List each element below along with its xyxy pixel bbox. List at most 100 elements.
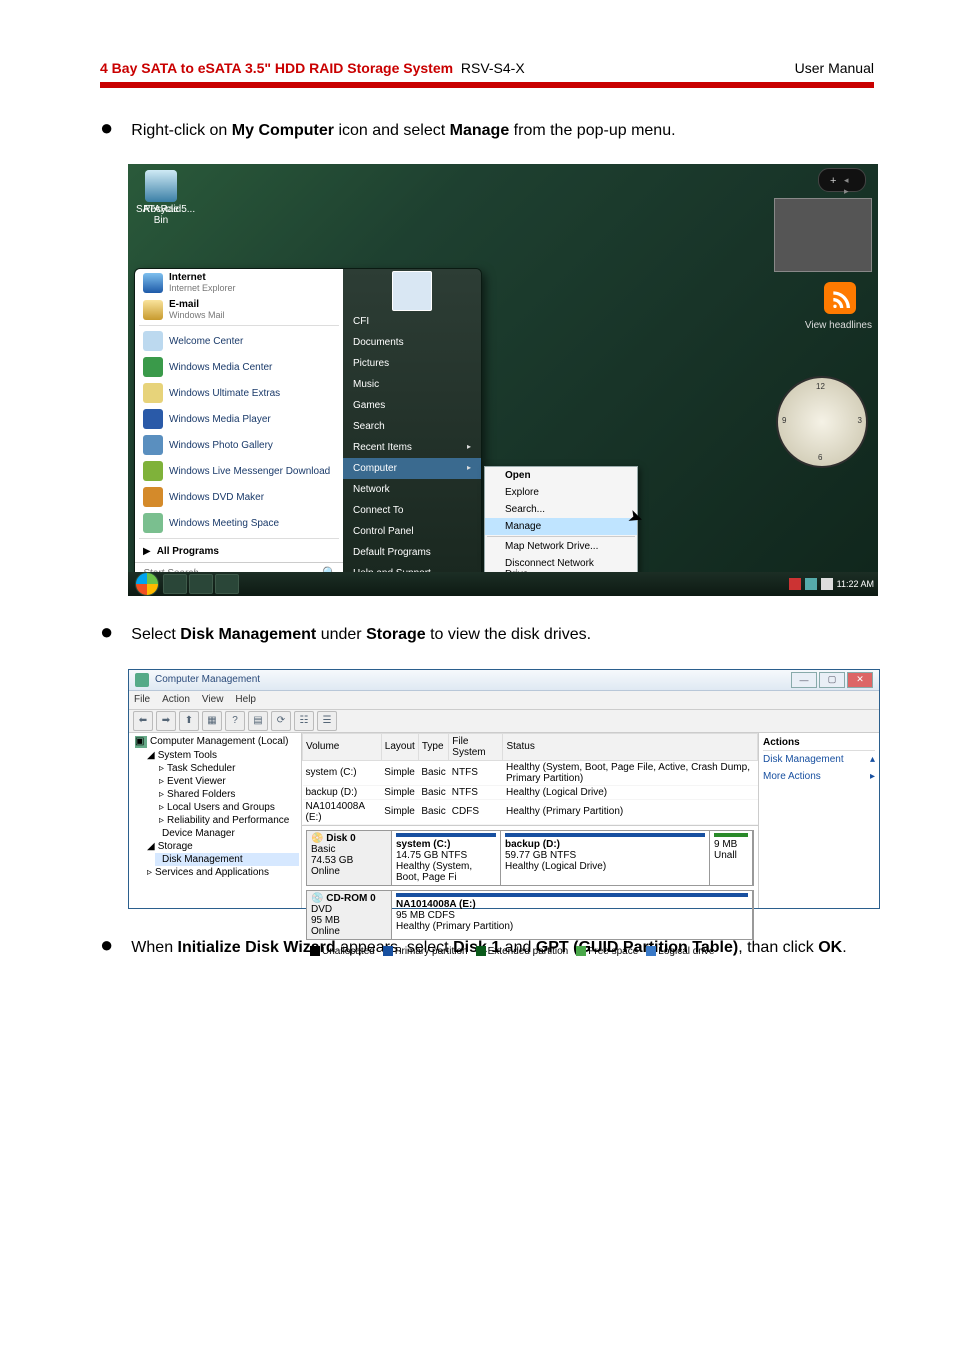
start-internet[interactable]: InternetInternet Explorer xyxy=(135,269,343,296)
start-pictures[interactable]: Pictures xyxy=(343,353,481,374)
start-dvd-maker[interactable]: Windows DVD Maker xyxy=(135,484,343,510)
minimize-button[interactable]: — xyxy=(791,672,817,688)
start-recent-items[interactable]: Recent Items xyxy=(343,437,481,458)
context-map-drive[interactable]: Map Network Drive... xyxy=(485,538,637,555)
actions-disk-management[interactable]: Disk Management▴ xyxy=(763,751,875,768)
gadget-slideshow[interactable] xyxy=(774,198,872,272)
toolbar-btn[interactable]: ☰ xyxy=(317,711,337,731)
tree-local-users[interactable]: ▹Local Users and Groups xyxy=(155,801,299,814)
toolbar: ⬅ ➡ ⬆ ▦ ? ▤ ⟳ ☷ ☰ xyxy=(129,710,879,733)
instruction-2: ● Select Disk Management under Storage t… xyxy=(100,620,874,650)
toolbar-help-icon[interactable]: ? xyxy=(225,711,245,731)
toolbar-forward-icon[interactable]: ➡ xyxy=(156,711,176,731)
screenshot-vista-desktop: Recycle Bin SATARaid5... +◂ ▸ View headl… xyxy=(128,164,878,596)
gadget-clock[interactable]: 12 3 6 9 xyxy=(776,376,868,468)
col-type[interactable]: Type xyxy=(418,733,448,760)
table-row[interactable]: NA1014008A (E:)SimpleBasicCDFSHealthy (P… xyxy=(303,799,758,824)
toolbar-btn[interactable]: ▤ xyxy=(248,711,268,731)
tree-storage[interactable]: ◢Storage xyxy=(143,840,299,853)
toolbar-btn[interactable]: ▦ xyxy=(202,711,222,731)
rss-icon[interactable] xyxy=(824,282,856,314)
start-ultimate-extras[interactable]: Windows Ultimate Extras xyxy=(135,380,343,406)
table-row[interactable]: backup (D:)SimpleBasicNTFSHealthy (Logic… xyxy=(303,785,758,799)
col-filesystem[interactable]: File System xyxy=(449,733,503,760)
start-documents[interactable]: Documents xyxy=(343,332,481,353)
menu-view[interactable]: View xyxy=(202,694,224,705)
tray-icon[interactable] xyxy=(789,578,801,590)
actions-header: Actions xyxy=(763,735,875,751)
sataraid-icon[interactable]: SATARaid5... xyxy=(136,170,186,215)
start-network[interactable]: Network xyxy=(343,479,481,500)
col-volume[interactable]: Volume xyxy=(303,733,382,760)
actions-more[interactable]: More Actions▸ xyxy=(763,768,875,785)
start-messenger[interactable]: Windows Live Messenger Download xyxy=(135,458,343,484)
partition-system-c[interactable]: system (C:) 14.75 GB NTFS Healthy (Syste… xyxy=(392,831,501,885)
tree-task-scheduler[interactable]: ▹Task Scheduler xyxy=(155,762,299,775)
window-title: Computer Management xyxy=(155,674,260,685)
start-connect-to[interactable]: Connect To xyxy=(343,500,481,521)
nav-tree: ▣Computer Management (Local) ◢System Too… xyxy=(129,733,302,908)
start-default-programs[interactable]: Default Programs xyxy=(343,542,481,563)
context-manage[interactable]: Manage xyxy=(485,518,637,535)
start-user-name[interactable]: CFI xyxy=(343,311,481,332)
actions-pane: Actions Disk Management▴ More Actions▸ xyxy=(759,733,879,908)
menu-help[interactable]: Help xyxy=(235,694,256,705)
start-email[interactable]: E-mailWindows Mail xyxy=(135,296,343,323)
start-music[interactable]: Music xyxy=(343,374,481,395)
view-headlines-link[interactable]: View headlines xyxy=(805,320,872,331)
header-model: RSV-S4-X xyxy=(457,60,525,76)
toolbar-back-icon[interactable]: ⬅ xyxy=(133,711,153,731)
tree-disk-management[interactable]: Disk Management xyxy=(155,853,299,866)
disk-0-row[interactable]: 📀 Disk 0 Basic 74.53 GB Online system (C… xyxy=(306,830,754,886)
gadget-add-button[interactable]: +◂ ▸ xyxy=(818,168,866,192)
tray-volume-icon[interactable] xyxy=(821,578,833,590)
start-control-panel[interactable]: Control Panel xyxy=(343,521,481,542)
start-meeting-space[interactable]: Windows Meeting Space xyxy=(135,510,343,536)
partition-cdrom[interactable]: NA1014008A (E:) 95 MB CDFS Healthy (Prim… xyxy=(392,891,753,939)
start-all-programs[interactable]: ▶All Programs xyxy=(135,541,343,562)
header-right: User Manual xyxy=(795,60,874,76)
taskbar-quicklaunch-3[interactable] xyxy=(215,574,239,594)
sataraid-label: SATARaid5... xyxy=(136,204,186,215)
app-icon xyxy=(135,673,149,687)
toolbar-up-icon[interactable]: ⬆ xyxy=(179,711,199,731)
start-search[interactable]: Search xyxy=(343,416,481,437)
context-open[interactable]: Open xyxy=(485,467,637,484)
tree-reliability[interactable]: ▹Reliability and Performance xyxy=(155,814,299,827)
tree-shared-folders[interactable]: ▹Shared Folders xyxy=(155,788,299,801)
start-photo-gallery[interactable]: Windows Photo Gallery xyxy=(135,432,343,458)
start-media-player[interactable]: Windows Media Player xyxy=(135,406,343,432)
maximize-button[interactable]: ▢ xyxy=(819,672,845,688)
menu-file[interactable]: File xyxy=(134,694,150,705)
table-row[interactable]: system (C:)SimpleBasicNTFSHealthy (Syste… xyxy=(303,760,758,785)
menu-bar: File Action View Help xyxy=(129,691,879,710)
window-titlebar: Computer Management — ▢ ✕ xyxy=(129,670,879,691)
taskbar-quicklaunch-2[interactable] xyxy=(189,574,213,594)
menu-action[interactable]: Action xyxy=(162,694,190,705)
toolbar-refresh-icon[interactable]: ⟳ xyxy=(271,711,291,731)
start-games[interactable]: Games xyxy=(343,395,481,416)
start-orb[interactable] xyxy=(132,572,162,596)
close-button[interactable]: ✕ xyxy=(847,672,873,688)
tray-clock[interactable]: 11:22 AM xyxy=(837,579,874,589)
col-layout[interactable]: Layout xyxy=(381,733,418,760)
context-search[interactable]: Search... xyxy=(485,501,637,518)
start-media-center[interactable]: Windows Media Center xyxy=(135,354,343,380)
start-user-picture[interactable] xyxy=(343,271,481,311)
col-status[interactable]: Status xyxy=(503,733,758,760)
toolbar-btn[interactable]: ☷ xyxy=(294,711,314,731)
tree-root[interactable]: ▣Computer Management (Local) xyxy=(131,735,299,749)
partition-backup-d[interactable]: backup (D:) 59.77 GB NTFS Healthy (Logic… xyxy=(501,831,710,885)
tree-event-viewer[interactable]: ▹Event Viewer xyxy=(155,775,299,788)
partition-unallocated[interactable]: 9 MB Unall xyxy=(710,831,753,885)
start-computer[interactable]: Computer xyxy=(343,458,481,479)
tree-system-tools[interactable]: ◢System Tools xyxy=(143,749,299,762)
cdrom-0-row[interactable]: 💿 CD-ROM 0 DVD 95 MB Online NA1014008A (… xyxy=(306,890,754,940)
tree-services[interactable]: ▹Services and Applications xyxy=(143,866,299,879)
start-welcome-center[interactable]: Welcome Center xyxy=(135,328,343,354)
tray-network-icon[interactable] xyxy=(805,578,817,590)
instruction-1: ● Right-click on My Computer icon and se… xyxy=(100,116,874,146)
context-explore[interactable]: Explore xyxy=(485,484,637,501)
tree-device-manager[interactable]: Device Manager xyxy=(155,827,299,840)
taskbar-quicklaunch-1[interactable] xyxy=(163,574,187,594)
